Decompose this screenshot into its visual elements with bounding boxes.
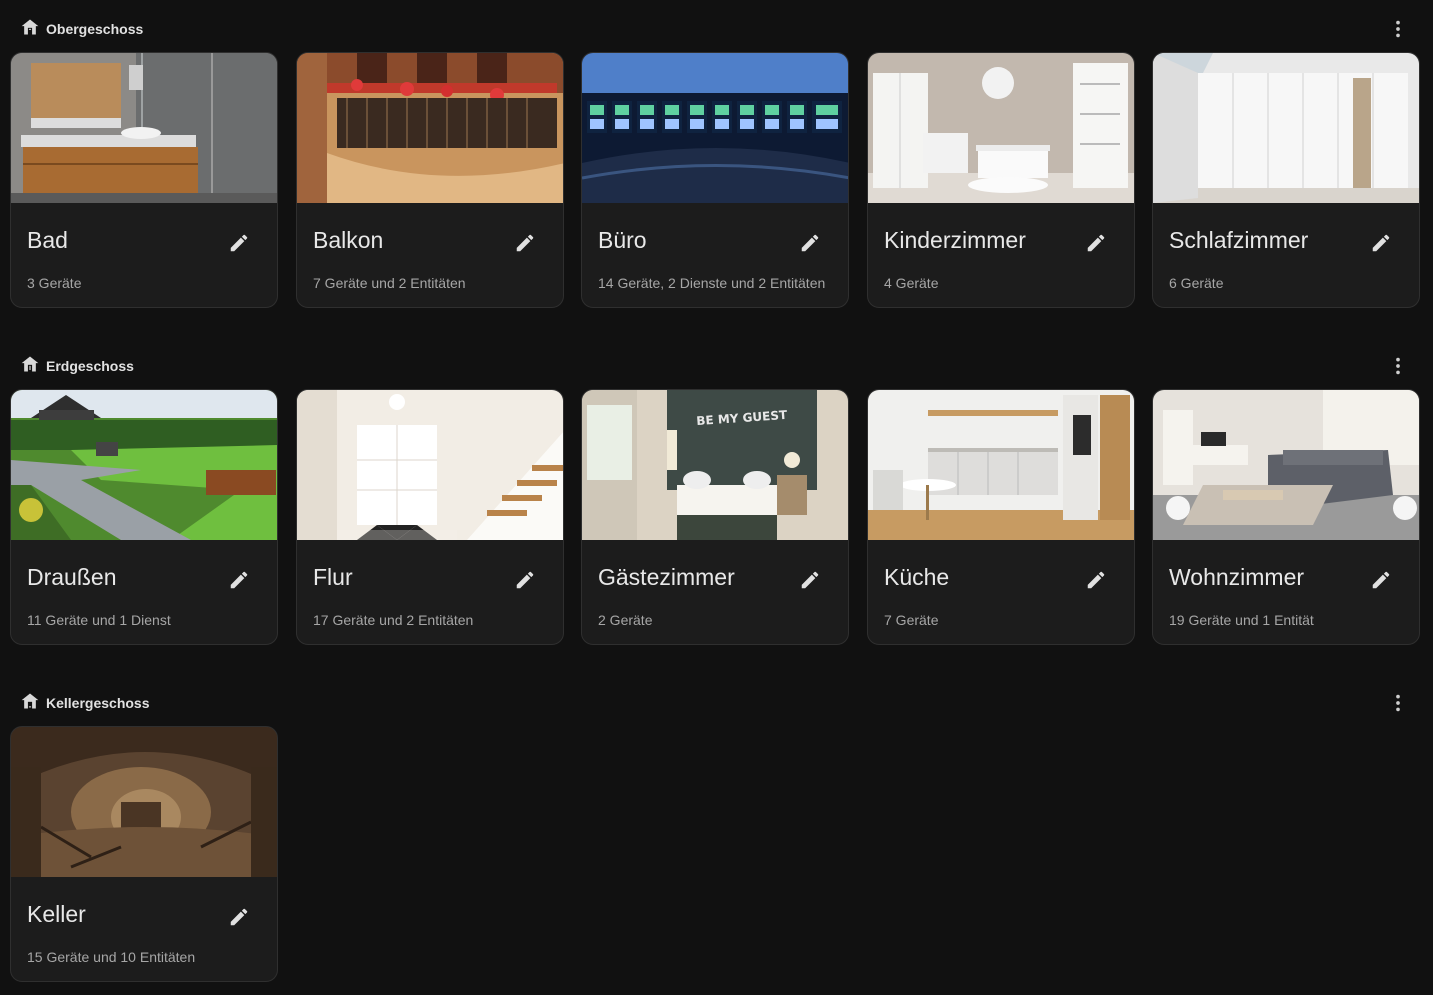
floor-header: Kellergeschoss <box>20 692 150 714</box>
area-card-kueche[interactable]: Küche 7 Geräte <box>867 389 1135 645</box>
area-card-kinderzimmer[interactable]: Kinderzimmer 4 Geräte <box>867 52 1135 308</box>
garden-photo <box>11 390 277 540</box>
floor-menu-button[interactable] <box>1387 692 1409 714</box>
area-summary: 4 Geräte <box>884 275 939 291</box>
area-card-wohnzimmer[interactable]: Wohnzimmer 19 Geräte und 1 Entität <box>1152 389 1420 645</box>
area-summary: 11 Geräte und 1 Dienst <box>27 612 171 628</box>
floor-name: Kellergeschoss <box>46 695 150 711</box>
home-floor-icon <box>20 17 40 42</box>
edit-area-button[interactable] <box>227 568 251 592</box>
pencil-icon <box>516 234 534 252</box>
pencil-icon <box>1087 234 1105 252</box>
area-card-gaestezimmer[interactable]: BE MY GUEST Gästezimmer 2 Geräte <box>581 389 849 645</box>
area-name: Flur <box>313 564 353 590</box>
area-name: Wohnzimmer <box>1169 564 1305 590</box>
edit-area-button[interactable] <box>227 231 251 255</box>
hallway-photo <box>297 390 563 540</box>
kids-room-photo <box>868 53 1134 203</box>
area-card-schlafzimmer[interactable]: Schlafzimmer 6 Geräte <box>1152 52 1420 308</box>
floor-header: Obergeschoss <box>20 18 143 40</box>
area-summary: 14 Geräte, 2 Dienste und 2 Entitäten <box>598 275 826 291</box>
pencil-icon <box>1087 571 1105 589</box>
area-summary: 19 Geräte und 1 Entität <box>1169 612 1314 628</box>
dots-vertical-icon <box>1396 357 1400 375</box>
area-card-draussen[interactable]: Draußen 11 Geräte und 1 Dienst <box>10 389 278 645</box>
floor-header: Erdgeschoss <box>20 355 134 377</box>
area-name: Keller <box>27 901 86 927</box>
area-summary: 6 Geräte <box>1169 275 1224 291</box>
area-name: Draußen <box>27 564 117 590</box>
edit-area-button[interactable] <box>513 231 537 255</box>
edit-area-button[interactable] <box>798 231 822 255</box>
edit-area-button[interactable] <box>227 905 251 929</box>
area-summary: 15 Geräte und 10 Entitäten <box>27 949 196 965</box>
floor-name: Erdgeschoss <box>46 358 134 374</box>
area-summary: 7 Geräte und 2 Entitäten <box>313 275 466 291</box>
edit-area-button[interactable] <box>1369 568 1393 592</box>
floor-name: Obergeschoss <box>46 21 144 37</box>
bathroom-photo <box>11 53 277 203</box>
pencil-icon <box>230 571 248 589</box>
edit-area-button[interactable] <box>1369 231 1393 255</box>
area-summary: 17 Geräte und 2 Entitäten <box>313 612 474 628</box>
pencil-icon <box>801 234 819 252</box>
floor-menu-button[interactable] <box>1387 355 1409 377</box>
living-room-photo <box>1153 390 1419 540</box>
edit-area-button[interactable] <box>798 568 822 592</box>
guest-bedroom-photo: BE MY GUEST <box>582 390 848 540</box>
area-name: Bad <box>27 227 68 253</box>
pencil-icon <box>230 908 248 926</box>
area-name: Schlafzimmer <box>1169 227 1309 253</box>
pencil-icon <box>801 571 819 589</box>
edit-area-button[interactable] <box>1084 231 1108 255</box>
home-floor-icon <box>20 691 40 716</box>
pencil-icon <box>1372 571 1390 589</box>
kitchen-photo <box>868 390 1134 540</box>
edit-area-button[interactable] <box>513 568 537 592</box>
area-name: Balkon <box>313 227 384 253</box>
home-floor-icon <box>20 354 40 379</box>
dots-vertical-icon <box>1396 20 1400 38</box>
bedroom-wardrobe-photo <box>1153 53 1419 203</box>
area-card-balkon[interactable]: Balkon 7 Geräte und 2 Entitäten <box>296 52 564 308</box>
area-name: Küche <box>884 564 950 590</box>
dots-vertical-icon <box>1396 694 1400 712</box>
area-summary: 7 Geräte <box>884 612 939 628</box>
cellar-photo <box>11 727 277 877</box>
pencil-icon <box>1372 234 1390 252</box>
area-name: Gästezimmer <box>598 564 735 590</box>
floor-menu-button[interactable] <box>1387 18 1409 40</box>
control-room-photo <box>582 53 848 203</box>
balcony-photo <box>297 53 563 203</box>
area-summary: 2 Geräte <box>598 612 653 628</box>
edit-area-button[interactable] <box>1084 568 1108 592</box>
pencil-icon <box>230 234 248 252</box>
area-card-bad[interactable]: Bad 3 Geräte <box>10 52 278 308</box>
area-summary: 3 Geräte <box>27 275 82 291</box>
area-card-buero[interactable]: Büro 14 Geräte, 2 Dienste und 2 Entitäte… <box>581 52 849 308</box>
area-card-keller[interactable]: Keller 15 Geräte und 10 Entitäten <box>10 726 278 982</box>
pencil-icon <box>516 571 534 589</box>
area-card-flur[interactable]: Flur 17 Geräte und 2 Entitäten <box>296 389 564 645</box>
area-name: Büro <box>598 227 647 253</box>
area-name: Kinderzimmer <box>884 227 1026 253</box>
